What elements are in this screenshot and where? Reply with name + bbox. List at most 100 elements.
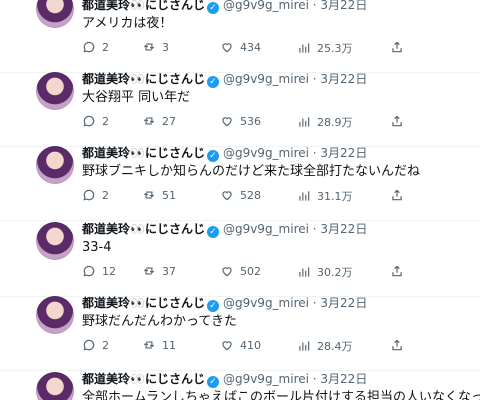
handle-and-date[interactable]: @g9v9g_mirei · 3月22日 [223,0,367,12]
view-count: 28.9万 [317,116,353,129]
reply-icon [83,265,95,277]
display-name[interactable]: 都道美玲👀にじさんじ [82,146,205,160]
handle-and-date[interactable]: @g9v9g_mirei · 3月22日 [223,146,367,160]
reply-button[interactable]: 2 [82,40,109,54]
tweet-text: 全部ホームランしちゃえばこのボール片付けする担当の人いなくなって楽 [82,390,480,400]
reply-count: 2 [102,114,109,128]
avatar[interactable] [36,222,74,260]
heart-icon [222,267,232,277]
share-icon [392,41,402,53]
tweet-header: 都道美玲👀にじさんじ ✓ @g9v9g_mirei · 3月22日 [82,146,367,162]
tweet[interactable]: 都道美玲👀にじさんじ ✓ @g9v9g_mirei · 3月22日 野球ブニキしか知… [0,146,480,221]
handle-and-date[interactable]: @g9v9g_mirei · 3月22日 [223,372,367,386]
reply-button[interactable]: 2 [82,114,109,128]
views-button[interactable]: 30.2万 [297,264,353,280]
like-count: 434 [240,40,261,54]
display-name[interactable]: 都道美玲👀にじさんじ [82,0,205,12]
share-button[interactable] [390,264,404,278]
like-button[interactable]: 502 [220,264,261,278]
retweet-count: 51 [162,188,176,202]
views-icon [299,267,310,277]
reply-count: 2 [102,188,109,202]
display-name[interactable]: 都道美玲👀にじさんじ [82,296,205,310]
retweet-button[interactable]: 27 [142,114,176,128]
display-name[interactable]: 都道美玲👀にじさんじ [82,222,205,236]
avatar[interactable] [36,72,74,110]
reply-button[interactable]: 2 [82,338,109,352]
like-button[interactable]: 536 [220,114,261,128]
share-icon [392,339,402,351]
action-bar: 2 27 536 28.9万 [82,114,412,130]
views-icon [299,341,310,351]
views-button[interactable]: 28.9万 [297,114,353,130]
verified-badge-icon: ✓ [206,376,219,388]
tweet-text: 大谷翔平 同い年だ [82,90,191,105]
verified-badge-icon: ✓ [206,150,219,162]
retweet-icon [143,341,155,349]
view-count: 28.4万 [317,340,353,353]
handle-and-date[interactable]: @g9v9g_mirei · 3月22日 [223,222,367,236]
tweet-header: 都道美玲👀にじさんじ ✓ @g9v9g_mirei · 3月22日 [82,0,367,14]
like-button[interactable]: 434 [220,40,261,54]
retweet-count: 11 [162,338,176,352]
retweet-button[interactable]: 11 [142,338,176,352]
share-button[interactable] [390,114,404,128]
retweet-icon [143,117,155,125]
tweet-text: 33-4 [82,240,112,255]
share-icon [392,189,402,201]
like-button[interactable]: 528 [220,188,261,202]
tweet-header: 都道美玲👀にじさんじ ✓ @g9v9g_mirei · 3月22日 [82,222,367,238]
display-name[interactable]: 都道美玲👀にじさんじ [82,72,205,86]
heart-icon [222,191,232,201]
views-button[interactable]: 25.3万 [297,40,353,56]
views-button[interactable]: 31.1万 [297,188,353,204]
tweet[interactable]: 都道美玲👀にじさんじ ✓ @g9v9g_mirei · 3月22日 大谷翔平 同い年… [0,72,480,147]
reply-button[interactable]: 2 [82,188,109,202]
views-icon [299,43,310,53]
tweet-text: 野球だんだんわかってきた [82,314,237,329]
avatar[interactable] [36,296,74,334]
like-button[interactable]: 410 [220,338,261,352]
verified-badge-icon: ✓ [206,76,219,88]
tweet-text: アメリカは夜！ [82,16,173,31]
tweet-header: 都道美玲👀にじさんじ ✓ @g9v9g_mirei · 3月22日 [82,72,367,88]
verified-badge-icon: ✓ [206,226,219,238]
like-count: 502 [240,264,261,278]
tweet-header: 都道美玲👀にじさんじ ✓ @g9v9g_mirei · 3月22日 [82,296,367,312]
retweet-button[interactable]: 51 [142,188,176,202]
heart-icon [222,341,232,351]
verified-badge-icon: ✓ [206,300,219,312]
retweet-icon [143,267,155,275]
action-bar: 2 11 410 28.4万 [82,338,412,354]
share-button[interactable] [390,338,404,352]
share-icon [392,115,402,127]
reply-icon [83,189,95,201]
share-button[interactable] [390,40,404,54]
reply-button[interactable]: 12 [82,264,116,278]
avatar[interactable] [36,146,74,184]
action-bar: 12 37 502 30.2万 [82,264,412,280]
views-icon [299,191,310,201]
display-name[interactable]: 都道美玲👀にじさんじ [82,372,205,386]
tweet[interactable]: 都道美玲👀にじさんじ ✓ @g9v9g_mirei · 3月22日 全部ホームランし… [0,372,480,400]
handle-and-date[interactable]: @g9v9g_mirei · 3月22日 [223,72,367,86]
action-bar: 2 3 434 25.3万 [82,40,412,56]
retweet-count: 37 [162,264,176,278]
verified-badge-icon: ✓ [206,2,219,14]
avatar[interactable] [36,0,74,28]
retweet-button[interactable]: 3 [142,40,169,54]
tweet[interactable]: 都道美玲👀にじさんじ ✓ @g9v9g_mirei · 3月22日 33-4 12 … [0,222,480,297]
share-button[interactable] [390,188,404,202]
retweet-icon [143,43,155,51]
handle-and-date[interactable]: @g9v9g_mirei · 3月22日 [223,296,367,310]
retweet-button[interactable]: 37 [142,264,176,278]
view-count: 30.2万 [317,266,353,279]
share-icon [392,265,402,277]
views-button[interactable]: 28.4万 [297,338,353,354]
tweet[interactable]: 都道美玲👀にじさんじ ✓ @g9v9g_mirei · 3月22日 アメリカは夜！ … [0,0,480,73]
views-icon [299,117,310,127]
retweet-count: 3 [162,40,169,54]
avatar[interactable] [36,372,74,400]
view-count: 31.1万 [317,190,353,203]
tweet[interactable]: 都道美玲👀にじさんじ ✓ @g9v9g_mirei · 3月22日 野球だんだんわか… [0,296,480,371]
